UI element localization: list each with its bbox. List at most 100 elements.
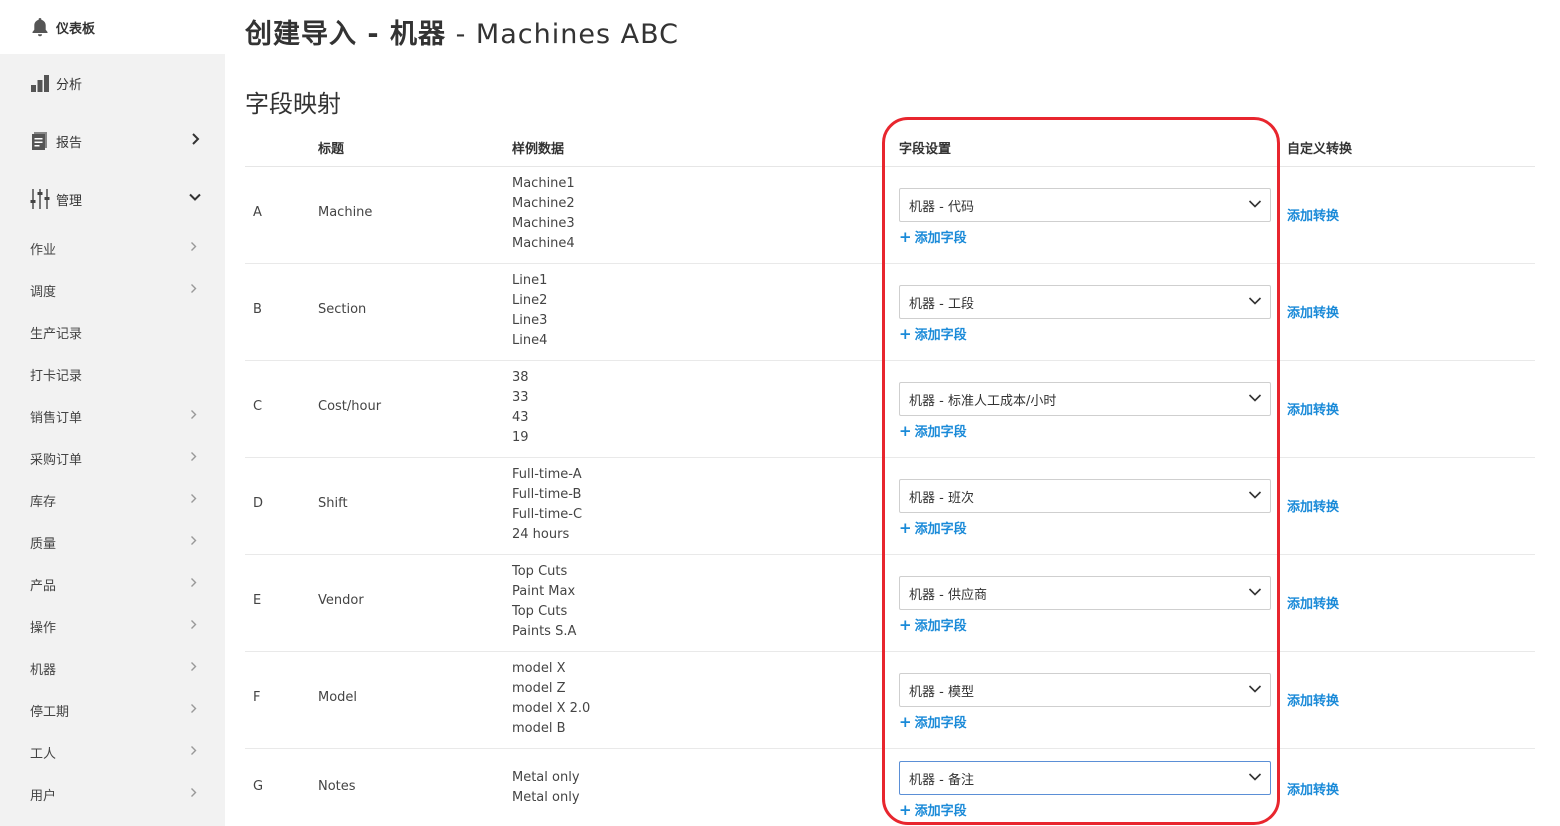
sidebar: 仪表板 分析 报告 管理 作业调度生产记录打卡记录销售订单采购订单库存质量产品操… xyxy=(0,0,225,826)
plus-icon: + xyxy=(899,324,912,343)
field-select[interactable]: 机器 - 工段 xyxy=(899,285,1271,319)
row-title: Cost/hour xyxy=(318,399,382,414)
chevron-right-icon xyxy=(190,451,197,466)
sidebar-subitem[interactable]: 生产记录 xyxy=(0,311,225,353)
chevron-right-icon xyxy=(190,535,197,550)
sidebar-subitem[interactable]: 采购订单 xyxy=(0,437,225,479)
sidebar-subitem[interactable]: 停工期 xyxy=(0,689,225,731)
field-select-value: 机器 - 工段 xyxy=(909,296,974,312)
plus-icon: + xyxy=(899,615,912,634)
row-title: Notes xyxy=(318,779,356,794)
row-divider xyxy=(245,457,1535,458)
add-field-link[interactable]: + 添加字段 xyxy=(899,800,967,820)
sample-data-list: Full-time-A Full-time-B Full-time-C 24 hour… xyxy=(512,465,582,545)
chevron-right-icon xyxy=(190,283,197,298)
row-letter: B xyxy=(253,302,262,317)
add-transform-link[interactable]: 添加转换 xyxy=(1287,399,1339,418)
add-field-label: 添加字段 xyxy=(914,328,967,343)
chevron-right-icon xyxy=(191,133,201,149)
sample-value: 38 xyxy=(512,370,529,385)
nav-reports-label: 报告 xyxy=(56,135,83,151)
field-select[interactable]: 机器 - 供应商 xyxy=(899,576,1271,610)
sidebar-subitem[interactable]: 调度 xyxy=(0,269,225,311)
sidebar-subitem[interactable]: 工人 xyxy=(0,731,225,773)
field-select[interactable]: 机器 - 模型 xyxy=(899,673,1271,707)
add-transform-link[interactable]: 添加转换 xyxy=(1287,205,1339,224)
sidebar-subitem[interactable]: 产品 xyxy=(0,563,225,605)
add-field-label: 添加字段 xyxy=(914,231,967,246)
row-divider xyxy=(245,263,1535,264)
nav-manage[interactable]: 管理 xyxy=(0,170,225,228)
nav-dashboard[interactable]: 仪表板 xyxy=(0,0,225,54)
plus-icon: + xyxy=(899,800,912,819)
add-field-label: 添加字段 xyxy=(914,716,967,731)
add-transform-link[interactable]: 添加转换 xyxy=(1287,690,1339,709)
sample-value: Full-time-A xyxy=(512,467,582,482)
row-title: Model xyxy=(318,690,358,705)
row-title: Machine xyxy=(318,205,373,220)
nav-reports[interactable]: 报告 xyxy=(0,112,225,170)
add-field-link[interactable]: + 添加字段 xyxy=(899,518,967,538)
sample-value: Machine4 xyxy=(512,236,575,251)
field-select[interactable]: 机器 - 标准人工成本/小时 xyxy=(899,382,1271,416)
sample-value: Full-time-C xyxy=(512,507,583,522)
row-letter: A xyxy=(253,205,262,220)
chevron-right-icon xyxy=(190,703,197,718)
sample-value: Line1 xyxy=(512,273,548,288)
sample-value: Paints S.A xyxy=(512,624,577,639)
chevron-right-icon xyxy=(190,619,197,634)
sidebar-subitem-label: 销售订单 xyxy=(30,410,83,426)
sample-data-list: Top Cuts Paint Max Top Cuts Paints S.A xyxy=(512,562,576,642)
sidebar-subitem-label: 质量 xyxy=(30,536,57,552)
add-transform-link[interactable]: 添加转换 xyxy=(1287,779,1339,798)
field-select-value: 机器 - 标准人工成本/小时 xyxy=(909,393,1057,409)
sidebar-subitem[interactable]: 销售订单 xyxy=(0,395,225,437)
sidebar-subitem[interactable]: 库存 xyxy=(0,479,225,521)
field-select[interactable]: 机器 - 备注 xyxy=(899,761,1271,795)
nav-analysis[interactable]: 分析 xyxy=(0,54,225,112)
sidebar-subitem[interactable]: 作业 xyxy=(0,227,225,269)
sample-data-list: Metal only Metal only xyxy=(512,768,580,808)
add-field-link[interactable]: + 添加字段 xyxy=(899,324,967,344)
add-field-link[interactable]: + 添加字段 xyxy=(899,712,967,732)
chevron-right-icon xyxy=(190,661,197,676)
add-transform-link[interactable]: 添加转换 xyxy=(1287,593,1339,612)
sidebar-subitem[interactable]: 打卡记录 xyxy=(0,353,225,395)
column-header-field-setting: 字段设置 xyxy=(899,142,952,157)
add-field-link[interactable]: + 添加字段 xyxy=(899,421,967,441)
sidebar-subitem-label: 采购订单 xyxy=(30,452,83,468)
sidebar-subitem[interactable]: 操作 xyxy=(0,605,225,647)
section-title: 字段映射 xyxy=(245,90,341,118)
page-title: 创建导入 - 机器 - Machines ABC xyxy=(245,12,679,51)
sidebar-subitem-label: 库存 xyxy=(30,494,57,510)
sample-value: Top Cuts xyxy=(512,604,568,619)
sample-value: model Z xyxy=(512,681,566,696)
add-transform-link[interactable]: 添加转换 xyxy=(1287,496,1339,515)
sample-value: Line2 xyxy=(512,293,548,308)
sidebar-subitem[interactable]: 用户 xyxy=(0,773,225,815)
sidebar-subitem-label: 作业 xyxy=(30,242,57,258)
bar-chart-icon xyxy=(30,72,50,94)
row-divider xyxy=(245,554,1535,555)
sidebar-subitem-label: 停工期 xyxy=(30,704,70,720)
add-field-label: 添加字段 xyxy=(914,804,967,819)
sidebar-subitem[interactable]: 机器 xyxy=(0,647,225,689)
field-select-value: 机器 - 模型 xyxy=(909,684,974,700)
chevron-right-icon xyxy=(190,787,197,802)
field-select[interactable]: 机器 - 班次 xyxy=(899,479,1271,513)
add-field-link[interactable]: + 添加字段 xyxy=(899,227,967,247)
column-header-title: 标题 xyxy=(318,142,345,157)
field-select-value: 机器 - 备注 xyxy=(909,772,974,788)
field-select[interactable]: 机器 - 代码 xyxy=(899,188,1271,222)
sample-data-list: model X model Z model X 2.0 model B xyxy=(512,659,590,739)
sidebar-subitem-label: 生产记录 xyxy=(30,326,83,342)
sample-value: Top Cuts xyxy=(512,564,568,579)
row-letter: E xyxy=(253,593,262,608)
row-divider xyxy=(245,748,1535,749)
add-field-link[interactable]: + 添加字段 xyxy=(899,615,967,635)
chevron-down-icon xyxy=(1248,771,1262,786)
add-field-label: 添加字段 xyxy=(914,619,967,634)
add-transform-link[interactable]: 添加转换 xyxy=(1287,302,1339,321)
sidebar-subitem[interactable]: 质量 xyxy=(0,521,225,563)
plus-icon: + xyxy=(899,421,912,440)
